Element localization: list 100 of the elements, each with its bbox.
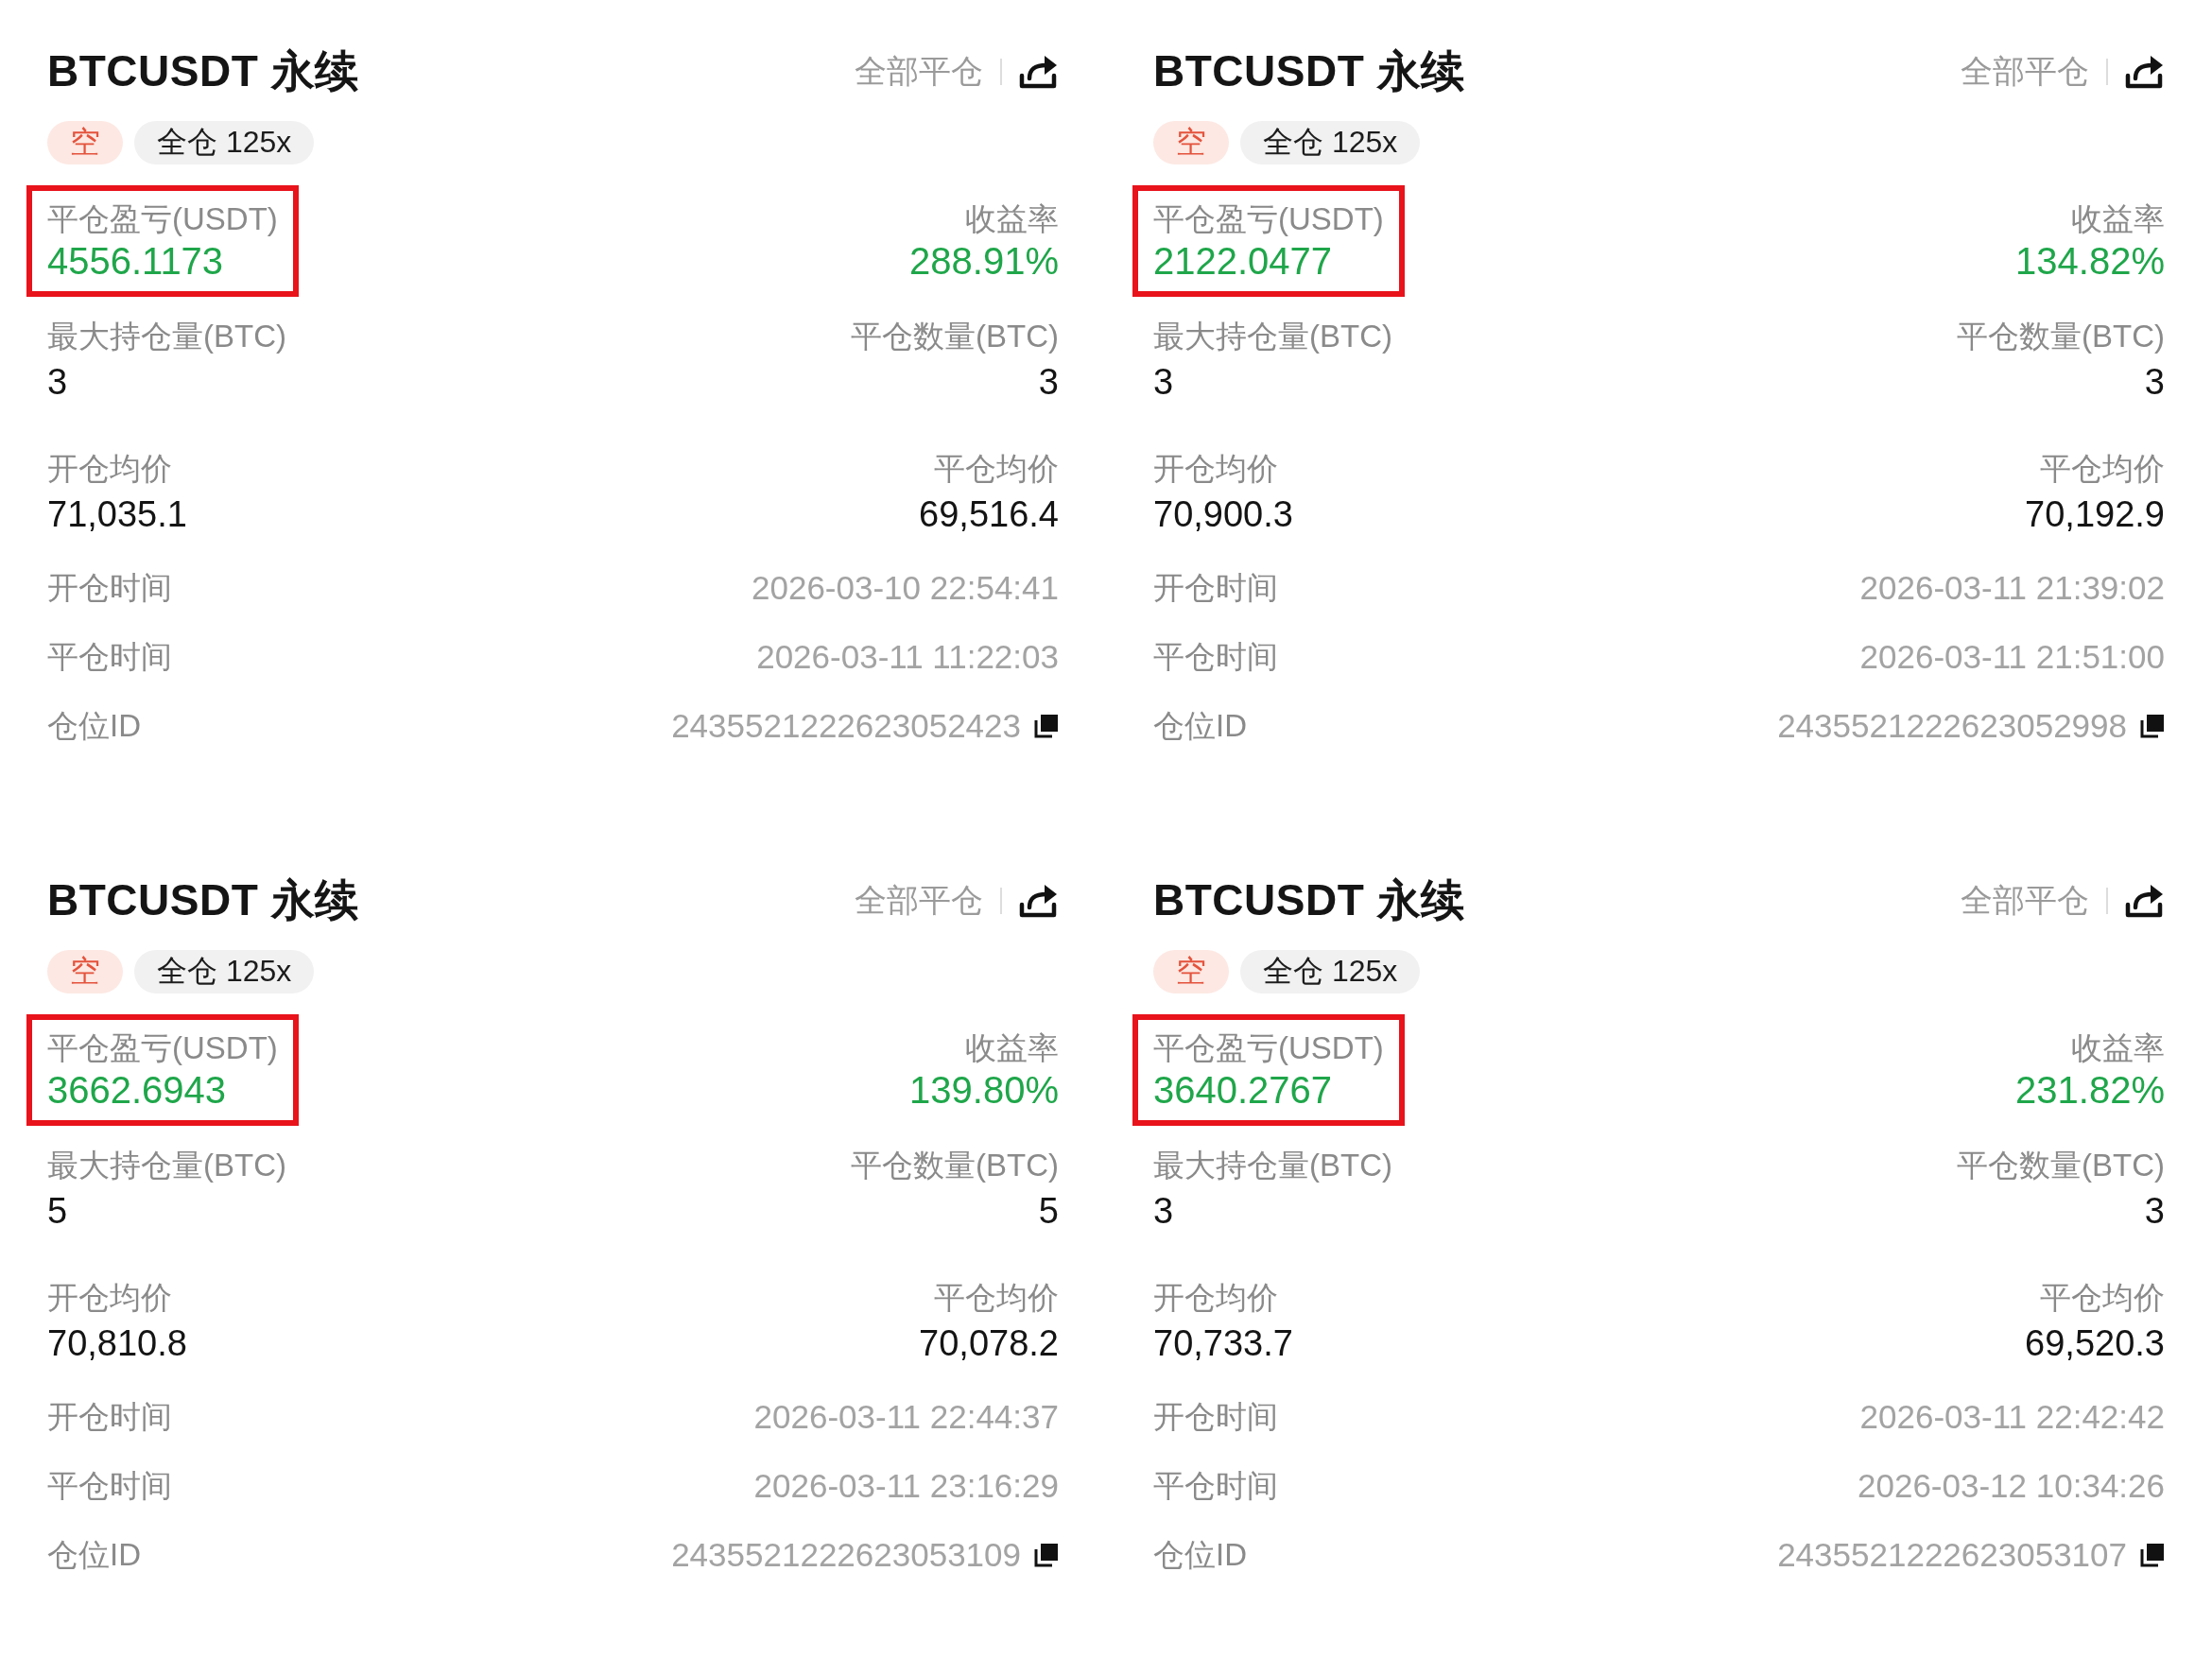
share-button[interactable]	[2125, 882, 2165, 920]
stat-value: 70,733.7	[1153, 1322, 1293, 1364]
stat-value: 3	[1153, 1190, 1174, 1232]
margin-mode-tag: 全仓 125x	[134, 950, 315, 993]
roi-label: 收益率	[2071, 200, 2165, 238]
stat-label: 平仓数量(BTC)	[851, 318, 1059, 355]
stat-value: 3	[1153, 361, 1174, 403]
margin-mode-tag: 全仓 125x	[1240, 950, 1421, 993]
stat-value: 69,520.3	[2025, 1322, 2165, 1364]
card-title: BTCUSDT 永续	[47, 45, 359, 97]
card-title: BTCUSDT 永续	[1153, 874, 1465, 926]
stat-value: 70,078.2	[919, 1322, 1059, 1364]
stat-label: 最大持仓量(BTC)	[47, 1147, 286, 1184]
detail-label: 开仓时间	[1153, 1398, 1278, 1436]
position-id: 2435521222623053107	[1777, 1536, 2127, 1574]
detail-label: 仓位ID	[1153, 1536, 1247, 1574]
roi-label: 收益率	[965, 1029, 1059, 1067]
stat-value: 5	[1038, 1190, 1059, 1232]
stat-label: 平仓数量(BTC)	[851, 1147, 1059, 1184]
side-tag: 空	[1153, 121, 1229, 164]
detail-label: 开仓时间	[47, 1398, 172, 1436]
detail-time: 2026-03-11 21:39:02	[1859, 569, 2165, 607]
stat-label: 平仓数量(BTC)	[1957, 318, 2165, 355]
stat-value: 5	[47, 1190, 68, 1232]
share-icon	[2125, 882, 2165, 920]
detail-time: 2026-03-12 10:34:26	[1858, 1467, 2165, 1505]
stat-label: 平仓数量(BTC)	[1957, 1147, 2165, 1184]
stat-label: 开仓均价	[1153, 450, 1278, 488]
detail-time: 2026-03-11 11:22:03	[756, 638, 1059, 676]
stat-label: 最大持仓量(BTC)	[1153, 318, 1392, 355]
copy-icon[interactable]	[1034, 1543, 1059, 1567]
position-id: 2435521222623053109	[671, 1536, 1021, 1574]
pnl-label: 平仓盈亏(USDT)	[1153, 200, 1384, 238]
stat-value: 70,192.9	[2025, 493, 2165, 535]
pnl-label: 平仓盈亏(USDT)	[1153, 1029, 1384, 1067]
detail-label: 平仓时间	[47, 1467, 172, 1505]
pnl-value: 3640.2767	[1153, 1068, 1333, 1113]
position-id: 2435521222623052998	[1777, 707, 2127, 745]
detail-label: 仓位ID	[47, 1536, 141, 1574]
close-all-button[interactable]: 全部平仓	[855, 50, 983, 94]
stat-label: 平仓均价	[934, 450, 1059, 488]
side-tag: 空	[1153, 950, 1229, 993]
share-button[interactable]	[1019, 53, 1059, 91]
detail-label: 开仓时间	[1153, 569, 1278, 607]
roi-value: 288.91%	[909, 239, 1059, 284]
close-all-button[interactable]: 全部平仓	[1961, 50, 2089, 94]
roi-value: 139.80%	[909, 1068, 1059, 1113]
card-title: BTCUSDT 永续	[1153, 45, 1465, 97]
detail-label: 平仓时间	[1153, 1467, 1278, 1505]
detail-time: 2026-03-11 21:51:00	[1859, 638, 2165, 676]
pnl-label: 平仓盈亏(USDT)	[47, 1029, 278, 1067]
pnl-value: 2122.0477	[1153, 239, 1333, 284]
detail-label: 开仓时间	[47, 569, 172, 607]
stat-label: 平仓均价	[2040, 1279, 2165, 1317]
copy-icon[interactable]	[2140, 714, 2165, 738]
stat-value: 3	[1038, 361, 1059, 403]
stat-label: 最大持仓量(BTC)	[47, 318, 286, 355]
share-icon	[1019, 882, 1059, 920]
stat-value: 3	[2144, 1190, 2165, 1232]
detail-label: 仓位ID	[1153, 707, 1247, 745]
roi-value: 134.82%	[2015, 239, 2165, 284]
pnl-label: 平仓盈亏(USDT)	[47, 200, 278, 238]
stat-label: 平仓均价	[934, 1279, 1059, 1317]
stat-value: 70,900.3	[1153, 493, 1293, 535]
copy-icon[interactable]	[1034, 714, 1059, 738]
roi-label: 收益率	[2071, 1029, 2165, 1067]
stat-value: 70,810.8	[47, 1322, 187, 1364]
stat-label: 最大持仓量(BTC)	[1153, 1147, 1392, 1184]
share-icon	[2125, 53, 2165, 91]
margin-mode-tag: 全仓 125x	[134, 121, 315, 164]
detail-label: 平仓时间	[47, 638, 172, 676]
detail-label: 平仓时间	[1153, 638, 1278, 676]
pnl-value: 4556.1173	[47, 239, 224, 284]
stat-label: 开仓均价	[47, 1279, 172, 1317]
roi-label: 收益率	[965, 200, 1059, 238]
copy-icon[interactable]	[2140, 1543, 2165, 1567]
side-tag: 空	[47, 950, 123, 993]
side-tag: 空	[47, 121, 123, 164]
detail-label: 仓位ID	[47, 707, 141, 745]
margin-mode-tag: 全仓 125x	[1240, 121, 1421, 164]
position-id: 2435521222623052423	[671, 707, 1021, 745]
close-all-button[interactable]: 全部平仓	[1961, 879, 2089, 923]
detail-time: 2026-03-11 22:42:42	[1859, 1398, 2165, 1436]
share-button[interactable]	[1019, 882, 1059, 920]
stat-value: 69,516.4	[919, 493, 1059, 535]
detail-time: 2026-03-10 22:54:41	[752, 569, 1059, 607]
stat-label: 开仓均价	[1153, 1279, 1278, 1317]
stat-label: 平仓均价	[2040, 450, 2165, 488]
pnl-value: 3662.6943	[47, 1068, 227, 1113]
stat-value: 3	[47, 361, 68, 403]
stat-label: 开仓均价	[47, 450, 172, 488]
close-all-button[interactable]: 全部平仓	[855, 879, 983, 923]
detail-time: 2026-03-11 23:16:29	[753, 1467, 1059, 1505]
card-title: BTCUSDT 永续	[47, 874, 359, 926]
roi-value: 231.82%	[2015, 1068, 2165, 1113]
stat-value: 3	[2144, 361, 2165, 403]
share-button[interactable]	[2125, 53, 2165, 91]
stat-value: 71,035.1	[47, 493, 187, 535]
detail-time: 2026-03-11 22:44:37	[753, 1398, 1059, 1436]
share-icon	[1019, 53, 1059, 91]
